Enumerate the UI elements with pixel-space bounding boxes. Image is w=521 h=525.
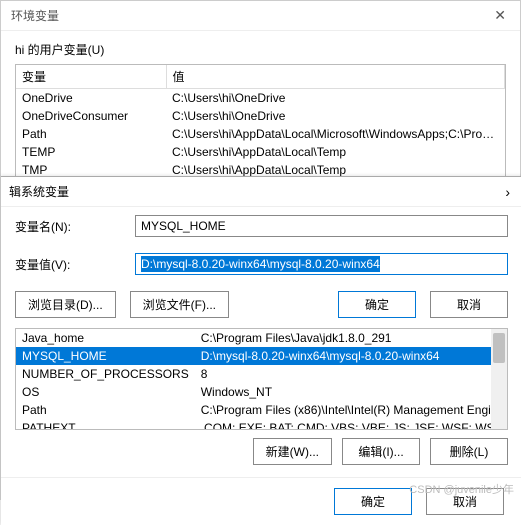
cell-name: MYSQL_HOME xyxy=(16,347,195,365)
cell-value: C:\Program Files (x86)\Intel\Intel(R) Ma… xyxy=(195,401,508,419)
cell-name: Path xyxy=(16,401,195,419)
cell-name: OS xyxy=(16,383,195,401)
edit-button[interactable]: 编辑(I)... xyxy=(342,438,420,465)
close-icon[interactable]: ✕ xyxy=(490,3,510,28)
modal-titlebar: 辑系统变量 › xyxy=(1,177,521,207)
env-variables-window: 环境变量 ✕ hi 的用户变量(U) 变量 值 OneDriveC:\Users… xyxy=(0,0,521,500)
var-name-input[interactable] xyxy=(135,215,508,237)
col-value[interactable]: 值 xyxy=(166,65,505,89)
cell-value: C:\Users\hi\OneDrive xyxy=(166,89,505,108)
scrollbar-thumb[interactable] xyxy=(493,333,505,363)
system-vars-table[interactable]: Java_homeC:\Program Files\Java\jdk1.8.0_… xyxy=(15,328,508,430)
var-name-label: 变量名(N): xyxy=(15,218,135,235)
table-row[interactable]: TEMPC:\Users\hi\AppData\Local\Temp xyxy=(16,143,505,161)
cell-value: C:\Users\hi\OneDrive xyxy=(166,107,505,125)
var-value-input[interactable]: D:\mysql-8.0.20-winx64\mysql-8.0.20-winx… xyxy=(135,253,508,275)
cell-value: C:\Users\hi\AppData\Local\Temp xyxy=(166,143,505,161)
var-value-label: 变量值(V): xyxy=(15,256,135,273)
window-title: 环境变量 xyxy=(11,7,59,24)
modal-title: 辑系统变量 xyxy=(9,183,69,200)
user-vars-table[interactable]: 变量 值 OneDriveC:\Users\hi\OneDriveOneDriv… xyxy=(15,64,506,186)
edit-system-variable-dialog: 辑系统变量 › 变量名(N): 变量值(V): D:\mysql-8.0.20-… xyxy=(1,176,521,525)
user-vars-label: hi 的用户变量(U) xyxy=(1,31,520,64)
watermark: CSDN @juvenile少年 xyxy=(409,481,514,497)
cell-name: Path xyxy=(16,125,166,143)
table-row[interactable]: OneDriveConsumerC:\Users\hi\OneDrive xyxy=(16,107,505,125)
scrollbar[interactable] xyxy=(491,329,507,429)
modal-cancel-button[interactable]: 取消 xyxy=(430,291,508,318)
cell-name: OneDrive xyxy=(16,89,166,108)
col-name[interactable]: 变量 xyxy=(16,65,166,89)
table-row[interactable]: PATHEXT.COM;.EXE;.BAT;.CMD;.VBS;.VBE;.JS… xyxy=(16,419,508,430)
chevron-right-icon[interactable]: › xyxy=(501,180,514,204)
cell-value: .COM;.EXE;.BAT;.CMD;.VBS;.VBE;.JS;.JSE;.… xyxy=(195,419,508,430)
cell-name: PATHEXT xyxy=(16,419,195,430)
titlebar: 环境变量 ✕ xyxy=(1,1,520,31)
dialog-ok-button[interactable]: 确定 xyxy=(334,488,412,515)
browse-dir-button[interactable]: 浏览目录(D)... xyxy=(15,291,116,318)
table-row[interactable]: OSWindows_NT xyxy=(16,383,508,401)
cell-name: Java_home xyxy=(16,329,195,347)
table-row[interactable]: PathC:\Program Files (x86)\Intel\Intel(R… xyxy=(16,401,508,419)
modal-ok-button[interactable]: 确定 xyxy=(338,291,416,318)
browse-file-button[interactable]: 浏览文件(F)... xyxy=(130,291,229,318)
cell-value: C:\Program Files\Java\jdk1.8.0_291 xyxy=(195,329,508,347)
cell-name: OneDriveConsumer xyxy=(16,107,166,125)
table-row[interactable]: Java_homeC:\Program Files\Java\jdk1.8.0_… xyxy=(16,329,508,347)
delete-button[interactable]: 删除(L) xyxy=(430,438,508,465)
table-row[interactable]: MYSQL_HOMED:\mysql-8.0.20-winx64\mysql-8… xyxy=(16,347,508,365)
cell-value: Windows_NT xyxy=(195,383,508,401)
cell-value: 8 xyxy=(195,365,508,383)
cell-name: NUMBER_OF_PROCESSORS xyxy=(16,365,195,383)
table-row[interactable]: OneDriveC:\Users\hi\OneDrive xyxy=(16,89,505,108)
cell-name: TEMP xyxy=(16,143,166,161)
new-button[interactable]: 新建(W)... xyxy=(253,438,332,465)
cell-value: C:\Users\hi\AppData\Local\Microsoft\Wind… xyxy=(166,125,505,143)
cell-value: D:\mysql-8.0.20-winx64\mysql-8.0.20-winx… xyxy=(195,347,508,365)
table-row[interactable]: PathC:\Users\hi\AppData\Local\Microsoft\… xyxy=(16,125,505,143)
table-row[interactable]: NUMBER_OF_PROCESSORS8 xyxy=(16,365,508,383)
